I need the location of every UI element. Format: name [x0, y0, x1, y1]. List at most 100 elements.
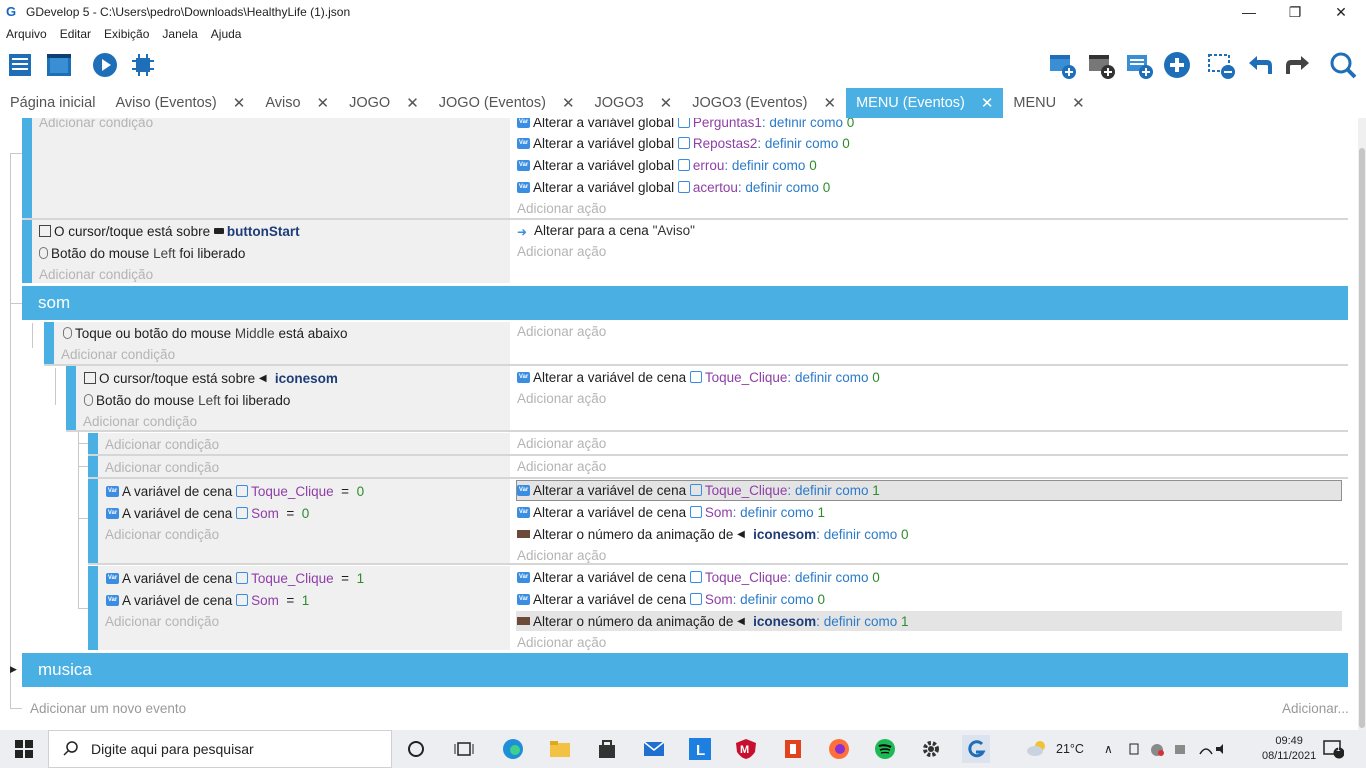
delete-icon[interactable]	[1206, 50, 1236, 80]
weather-widget[interactable]: 21°C	[1026, 730, 1084, 768]
mail-icon[interactable]	[640, 735, 668, 763]
add-condition-link[interactable]: Adicionar condição	[39, 264, 153, 284]
add-action-link[interactable]: Adicionar ação	[517, 241, 606, 261]
project-manager-icon[interactable]	[6, 50, 36, 80]
scene-editor-icon[interactable]	[44, 50, 74, 80]
taskbar-search-input[interactable]: Digite aqui para pesquisar	[48, 730, 392, 768]
office-icon[interactable]	[779, 735, 807, 763]
add-condition-link[interactable]: Adicionar condição	[83, 411, 197, 431]
tab-close-icon[interactable]: ✕	[1072, 94, 1085, 112]
action-row[interactable]: Var Alterar a variável global Perguntas1:…	[517, 118, 854, 132]
firefox-icon[interactable]	[825, 735, 853, 763]
condition-row[interactable]: Var A variável de cena Toque_Clique = 1	[106, 568, 364, 588]
tab-close-icon[interactable]: ✕	[981, 94, 994, 112]
undo-icon[interactable]	[1245, 50, 1275, 80]
gdevelop-taskbar-icon[interactable]	[962, 735, 990, 763]
settings-gear-icon[interactable]	[917, 735, 945, 763]
add-subevent-icon[interactable]	[1086, 50, 1116, 80]
add-condition-link[interactable]: Adicionar condição	[61, 344, 175, 364]
debugger-icon[interactable]	[128, 50, 158, 80]
add-action-link[interactable]: Adicionar ação	[517, 545, 606, 565]
condition-row[interactable]: Var A variável de cena Toque_Clique = 0	[106, 481, 364, 501]
file-explorer-icon[interactable]	[546, 735, 574, 763]
tab-aviso-eventos[interactable]: Aviso (Eventos) ✕	[105, 88, 255, 118]
add-condition-link[interactable]: Adicionar condição	[105, 434, 219, 454]
tray-system-icons[interactable]	[1128, 730, 1224, 768]
redo-icon[interactable]	[1283, 50, 1313, 80]
expand-arrow-icon[interactable]: ▶	[10, 664, 17, 675]
action-row[interactable]: ➜ Alterar para a cena "Aviso"	[517, 220, 695, 240]
add-action-link[interactable]: Adicionar ação	[517, 388, 606, 408]
add-comment-icon[interactable]	[1124, 50, 1154, 80]
mcafee-icon[interactable]: M	[732, 735, 760, 763]
tab-menu[interactable]: MENU ✕	[1003, 88, 1094, 118]
condition-row[interactable]: Var A variável de cena Som = 1	[106, 590, 309, 610]
scrollbar-thumb[interactable]	[1359, 148, 1365, 728]
condition-row[interactable]: Botão do mouse Left foi liberado	[84, 390, 290, 410]
tab-jogo3-eventos[interactable]: JOGO3 (Eventos) ✕	[682, 88, 846, 118]
action-row[interactable]: Alterar o número da animação de ◀ iconeso…	[517, 524, 909, 544]
menu-ajuda[interactable]: Ajuda	[211, 27, 242, 41]
action-row[interactable]: Var Alterar a variável global errou: defi…	[517, 155, 817, 175]
tab-jogo-eventos[interactable]: JOGO (Eventos) ✕	[429, 88, 585, 118]
menu-arquivo[interactable]: Arquivo	[6, 27, 47, 41]
tab-close-icon[interactable]: ✕	[660, 94, 673, 112]
action-row[interactable]: Var Alterar a variável global acertou: de…	[517, 177, 830, 197]
cortana-icon[interactable]	[402, 735, 430, 763]
action-row[interactable]: Var Alterar a variável de cena Som: defin…	[517, 589, 825, 609]
tab-menu-eventos[interactable]: MENU (Eventos) ✕	[846, 88, 1004, 118]
add-more-link[interactable]: Adicionar...	[1282, 698, 1349, 718]
edge-icon[interactable]	[499, 735, 527, 763]
action-row[interactable]: Var Alterar a variável de cena Toque_Cliq…	[517, 367, 880, 387]
vertical-scrollbar[interactable]	[1358, 118, 1366, 730]
add-action-link[interactable]: Adicionar ação	[517, 198, 606, 218]
condition-row[interactable]: O cursor/toque está sobre ◀ iconesom	[84, 368, 338, 388]
action-row[interactable]: Alterar o número da animação de ◀ iconeso…	[517, 611, 909, 631]
action-row[interactable]: Var Alterar a variável de cena Toque_Cliq…	[517, 480, 880, 500]
show-hidden-icons-chevron-icon[interactable]: ∧	[1104, 730, 1113, 768]
clock[interactable]: 09:49 08/11/2021	[1262, 730, 1316, 768]
tab-jogo[interactable]: JOGO ✕	[339, 88, 429, 118]
action-row[interactable]: Var Alterar a variável de cena Toque_Cliq…	[517, 567, 880, 587]
task-view-icon[interactable]	[450, 735, 478, 763]
add-condition-link[interactable]: Adicionar condição	[105, 524, 219, 544]
add-condition-link[interactable]: Adicionar condição	[105, 457, 219, 477]
menu-exibicao[interactable]: Exibição	[104, 27, 149, 41]
minimize-button[interactable]: —	[1226, 0, 1272, 24]
tab-close-icon[interactable]: ✕	[233, 94, 246, 112]
add-other-icon[interactable]	[1162, 50, 1192, 80]
add-action-link[interactable]: Adicionar ação	[517, 632, 606, 652]
condition-row[interactable]: O cursor/toque está sobre buttonStart	[39, 221, 300, 241]
add-condition-link[interactable]: Adicionar condição	[105, 611, 219, 631]
action-row[interactable]: Var Alterar a variável global Repostas2: …	[517, 133, 850, 153]
condition-row[interactable]: Botão do mouse Left foi liberado	[39, 243, 245, 263]
add-action-link[interactable]: Adicionar ação	[517, 321, 606, 341]
add-action-link[interactable]: Adicionar ação	[517, 433, 606, 453]
tab-close-icon[interactable]: ✕	[406, 94, 419, 112]
search-icon[interactable]	[1328, 50, 1358, 80]
condition-row[interactable]: Toque ou botão do mouse Middle está abai…	[63, 323, 348, 343]
add-event-icon[interactable]	[1047, 50, 1077, 80]
close-button[interactable]: ✕	[1318, 0, 1364, 24]
add-action-link[interactable]: Adicionar ação	[517, 456, 606, 476]
condition-row[interactable]: Var A variável de cena Som = 0	[106, 503, 309, 523]
restore-button[interactable]: ❐	[1272, 0, 1318, 24]
tab-close-icon[interactable]: ✕	[317, 94, 330, 112]
group-musica[interactable]: musica	[22, 653, 1348, 687]
add-new-event-link[interactable]: Adicionar um novo evento	[30, 698, 186, 718]
add-condition-link[interactable]: Adicionar condição	[39, 118, 153, 132]
tab-jogo3[interactable]: JOGO3 ✕	[585, 88, 683, 118]
tab-close-icon[interactable]: ✕	[823, 94, 836, 112]
action-row[interactable]: Var Alterar a variável de cena Som: defin…	[517, 502, 825, 522]
spotify-icon[interactable]	[871, 735, 899, 763]
tab-close-icon[interactable]: ✕	[562, 94, 575, 112]
windows-start-icon[interactable]	[10, 735, 38, 763]
store-icon[interactable]	[593, 735, 621, 763]
menu-janela[interactable]: Janela	[162, 27, 197, 41]
tab-aviso[interactable]: Aviso ✕	[255, 88, 339, 118]
group-som[interactable]: som	[22, 286, 1348, 320]
tab-pagina-inicial[interactable]: Página inicial	[0, 88, 105, 118]
notifications-icon[interactable]: 1	[1322, 730, 1344, 768]
l-app-icon[interactable]: L	[686, 735, 714, 763]
preview-icon[interactable]	[90, 50, 120, 80]
